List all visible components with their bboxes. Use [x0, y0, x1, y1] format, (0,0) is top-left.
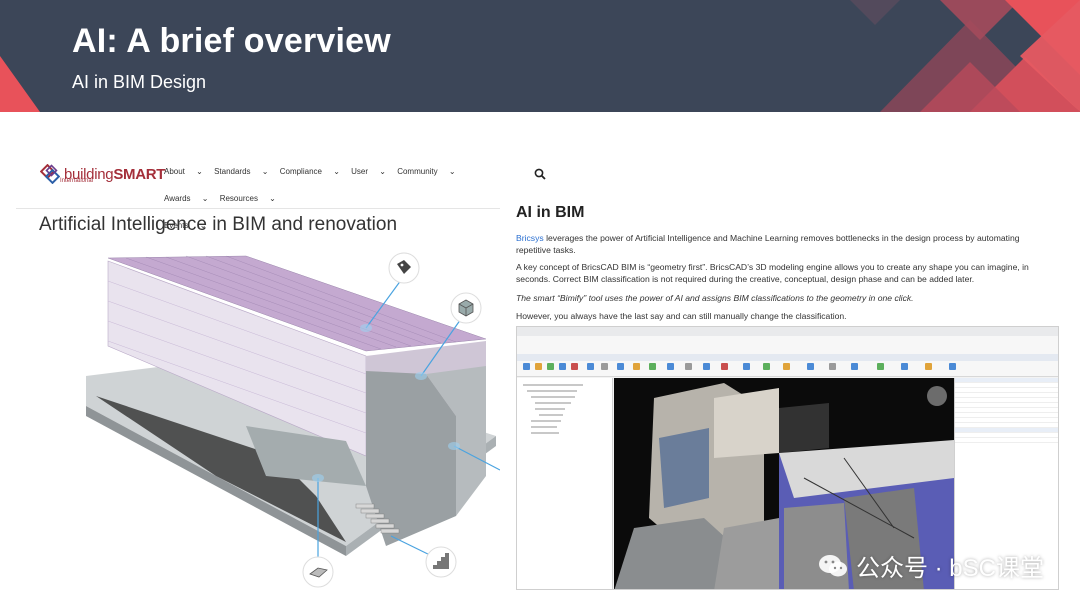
bricsys-article: AI in BIM Bricsys leverages the power of…	[512, 150, 1064, 590]
nav-item-standards[interactable]: Standards ⌄	[214, 167, 268, 176]
article-title: AI in BIM	[516, 204, 585, 221]
nav-item-compliance[interactable]: Compliance ⌄	[280, 167, 340, 176]
nav-item-about[interactable]: About ⌄	[164, 167, 203, 176]
slide-subtitle: AI in BIM Design	[72, 72, 207, 92]
buildingsmart-webpage: buildingSMART International About ⌄ Stan…	[16, 150, 500, 590]
paragraph-2: A key concept of BricsCAD BIM is “geomet…	[516, 262, 1029, 284]
slide-header: AI: A brief overview AI in BIM Design	[0, 0, 1080, 112]
cad-ribbon-tabs	[517, 354, 1058, 361]
slide: AI: A brief overview AI in BIM Design bu…	[0, 0, 1080, 608]
nav-item-awards[interactable]: Awards ⌄	[164, 194, 208, 203]
nav-item-user[interactable]: User ⌄	[351, 167, 386, 176]
paragraph-4: However, you always have the last say an…	[516, 311, 847, 321]
paragraph-1-text: leverages the power of Artificial Intell…	[516, 233, 1020, 255]
bricsys-link[interactable]: Bricsys	[516, 233, 544, 243]
wechat-watermark: 公众号 · bSC课堂	[818, 548, 1044, 583]
article-heading: Artificial Intelligence in BIM and renov…	[39, 214, 398, 235]
header-diamond-pattern	[850, 0, 1080, 112]
nav-item-community[interactable]: Community ⌄	[397, 167, 455, 176]
logo-text-bold: SMART	[113, 165, 166, 183]
cad-ribbon	[517, 336, 1058, 377]
search-icon[interactable]	[534, 168, 546, 180]
buildingsmart-logo-mark	[40, 164, 60, 184]
paragraph-1: Bricsys leverages the power of Artificia…	[516, 232, 1054, 256]
cube-icon	[450, 292, 482, 324]
header-divider	[16, 208, 500, 209]
stair-icon	[425, 546, 457, 578]
tag-icon	[388, 252, 420, 284]
cad-titlebar	[517, 327, 1058, 336]
slide-title: AI: A brief overview	[72, 22, 391, 60]
paragraph-3: The smart “Bimify” tool uses the power o…	[516, 293, 914, 303]
logo-subtitle: International	[60, 178, 94, 184]
slab-icon	[302, 556, 334, 588]
cad-structure-tree	[517, 378, 613, 589]
nav-item-resources[interactable]: Resources ⌄	[220, 194, 276, 203]
bim-building-illustration	[86, 252, 500, 588]
buildingsmart-logo[interactable]: buildingSMART	[40, 164, 165, 184]
watermark-text: 公众号 · bSC课堂	[855, 555, 1044, 582]
wechat-icon	[818, 554, 847, 576]
accent-triangle	[0, 56, 40, 112]
